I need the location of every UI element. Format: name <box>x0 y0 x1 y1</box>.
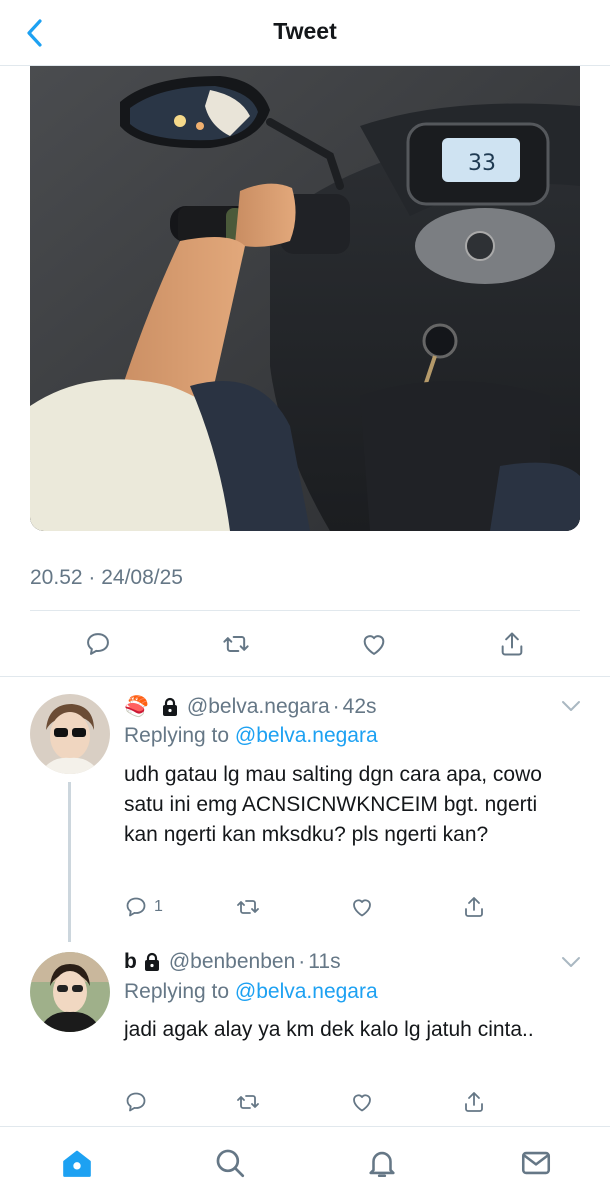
share-icon <box>465 897 483 917</box>
mention-link[interactable]: @belva.negara <box>235 980 378 1003</box>
avatar[interactable] <box>30 952 110 1032</box>
messages-icon <box>521 1151 551 1175</box>
tab-notifications[interactable] <box>362 1143 402 1183</box>
reply-button[interactable] <box>124 1087 154 1117</box>
bottom-tab-bar <box>0 1126 610 1200</box>
share-icon <box>501 632 523 656</box>
retweet-button[interactable] <box>236 892 260 922</box>
tweet-action-bar <box>30 622 580 666</box>
display-name[interactable]: b <box>124 950 137 974</box>
replying-to: Replying to @belva.negara <box>124 724 378 748</box>
tab-home[interactable] <box>57 1143 97 1183</box>
share-button[interactable] <box>494 626 530 662</box>
like-button[interactable] <box>356 626 392 662</box>
user-handle[interactable]: @benbenben <box>169 950 295 974</box>
like-button[interactable] <box>350 1087 374 1117</box>
reply-time: 42s <box>342 694 377 718</box>
reply-action-bar <box>124 1087 504 1117</box>
retweet-icon <box>223 636 249 652</box>
like-icon <box>363 635 385 655</box>
chevron-down-icon <box>562 957 580 967</box>
avatar[interactable] <box>30 694 110 774</box>
reply-header: 🍣 @belva.negara · 42s <box>124 694 377 719</box>
reply-count: 1 <box>154 898 163 915</box>
retweet-icon <box>237 1095 259 1109</box>
retweet-icon <box>237 900 259 914</box>
page-title: Tweet <box>273 18 337 44</box>
divider <box>30 610 580 611</box>
home-icon <box>63 1150 91 1177</box>
chevron-down-icon <box>562 701 580 711</box>
like-icon <box>353 1094 371 1112</box>
reply-icon <box>126 1092 146 1112</box>
lock-icon <box>144 952 159 971</box>
reply-button[interactable] <box>80 626 116 662</box>
thread-line <box>68 782 71 942</box>
lock-icon <box>162 697 177 716</box>
share-button[interactable] <box>462 892 486 922</box>
divider <box>0 676 610 677</box>
reply-time: 11s <box>308 950 341 973</box>
reply-button[interactable]: 1 <box>124 892 163 922</box>
top-nav-bar: Tweet <box>0 0 610 66</box>
user-handle[interactable]: @belva.negara <box>187 695 330 719</box>
notifications-icon <box>369 1151 395 1178</box>
tweet-timestamp: 20.52 · 24/08/25 <box>30 566 183 589</box>
reply-text: udh gatau lg mau salting dgn cara apa, c… <box>124 763 542 846</box>
reply-icon <box>126 897 146 917</box>
share-icon <box>465 1092 483 1112</box>
separator-dot: · <box>298 950 306 973</box>
replying-prefix: Replying to <box>124 980 235 1003</box>
replying-prefix: Replying to <box>124 724 235 747</box>
tweet-photo[interactable]: 33 <box>30 66 580 531</box>
reply-action-bar: 1 <box>124 892 504 922</box>
reply-icon <box>87 633 109 655</box>
mention-link[interactable]: @belva.negara <box>235 724 378 747</box>
separator-dot: · <box>332 694 340 718</box>
more-options-button[interactable] <box>560 699 582 713</box>
more-options-button[interactable] <box>560 955 582 969</box>
search-icon <box>216 1149 245 1178</box>
retweet-button[interactable] <box>236 1087 260 1117</box>
tab-messages[interactable] <box>516 1143 556 1183</box>
tab-search[interactable] <box>210 1143 250 1183</box>
sushi-emoji: 🍣 <box>124 696 149 718</box>
like-icon <box>353 899 371 917</box>
like-button[interactable] <box>350 892 374 922</box>
replying-to: Replying to @belva.negara <box>124 980 378 1004</box>
speedometer-reading: 33 <box>468 151 496 176</box>
reply-header: b @benbenben · 11s <box>124 950 341 974</box>
retweet-button[interactable] <box>218 626 254 662</box>
share-button[interactable] <box>462 1087 486 1117</box>
reply-text: jadi agak alay ya km dek kalo lg jatuh c… <box>124 1018 534 1041</box>
